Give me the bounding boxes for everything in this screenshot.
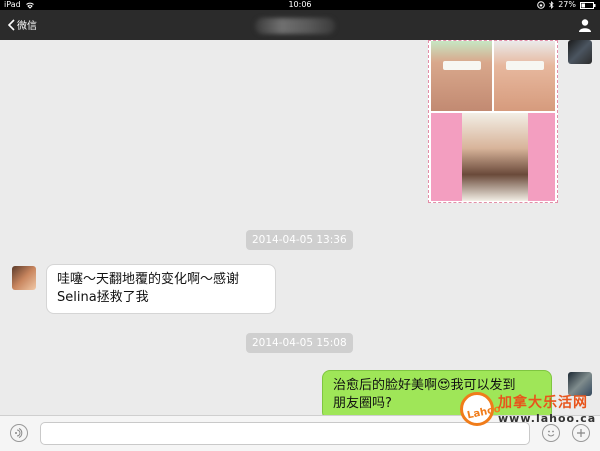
bluetooth-icon <box>549 1 554 9</box>
before-photo <box>431 41 492 111</box>
speaker-icon <box>15 428 23 438</box>
status-bar: iPad 10:06 27% <box>0 0 600 10</box>
message-line: 哇噻～天翻地覆的变化啊～感谢 <box>57 272 240 287</box>
incoming-message-bubble[interactable]: 哇噻～天翻地覆的变化啊～感谢 Selina拯救了我 <box>46 264 276 314</box>
my-avatar[interactable] <box>568 40 592 64</box>
timestamp: 2014-04-05 15:08 <box>246 333 353 353</box>
status-time: 10:06 <box>288 0 312 9</box>
nav-bar: 微信 <box>0 10 600 40</box>
logo-text: Lahoo <box>466 403 502 422</box>
battery-icon <box>580 1 596 9</box>
chevron-left-icon <box>8 18 15 31</box>
watermark-title: 加拿大乐活网 <box>498 395 588 411</box>
contact-avatar[interactable] <box>12 266 36 290</box>
portrait-photo <box>431 113 555 201</box>
blurred-contact-name <box>255 18 335 34</box>
person-icon <box>579 19 591 32</box>
portrait-face <box>462 113 528 201</box>
eye-censor-bar <box>443 61 481 70</box>
back-label: 微信 <box>17 21 37 32</box>
shared-photo-message[interactable] <box>428 40 558 203</box>
timestamp: 2014-04-05 13:36 <box>246 230 353 250</box>
after-photo <box>494 41 555 111</box>
rotation-lock-icon <box>537 1 546 9</box>
chat-area[interactable]: 2014-04-05 13:36 哇噻～天翻地覆的变化啊～感谢 Selina拯救… <box>0 40 600 420</box>
profile-button[interactable] <box>578 17 592 36</box>
message-line: Selina拯救了我 <box>57 290 149 305</box>
eye-censor-bar <box>506 61 544 70</box>
back-button[interactable]: 微信 <box>8 17 37 32</box>
watermark-url: www.lahoo.ca <box>498 412 597 425</box>
voice-input-button[interactable] <box>10 424 28 442</box>
lahoo-logo: Lahoo <box>460 392 502 426</box>
site-watermark: Lahoo 加拿大乐活网 www.lahoo.ca <box>456 388 600 432</box>
battery-percent: 27% <box>558 0 576 9</box>
